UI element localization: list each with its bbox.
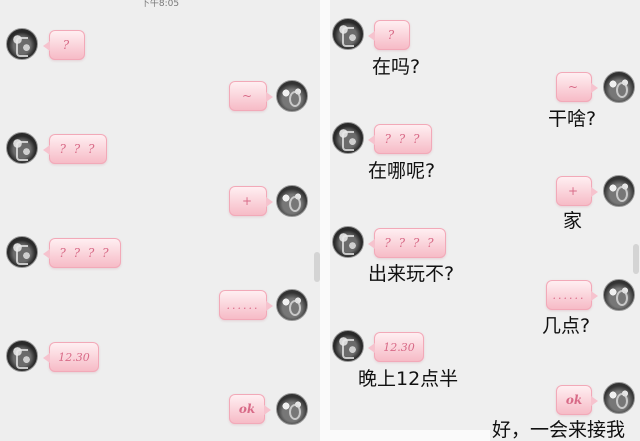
message-caption: 家 [563,210,583,232]
message-bubble-contact[interactable]: ? ? ? [368,124,432,154]
input-bar-edge [330,430,490,441]
message-bubble-self[interactable]: + [229,186,273,216]
self-avatar[interactable] [603,279,635,311]
self-avatar[interactable] [276,289,308,321]
contact-avatar[interactable] [6,28,38,60]
scroll-handle[interactable] [633,244,639,274]
panel-divider [320,0,330,441]
message-caption: 出来玩不? [368,263,455,285]
message-caption: 在哪呢? [368,160,436,182]
message-bubble-self[interactable]: ...... [546,280,598,310]
message-bubble-contact[interactable]: ? ? ? ? [368,228,446,258]
message-bubble-self[interactable]: ~ [229,81,273,111]
message-bubble-contact[interactable]: 12.30 [43,342,99,372]
contact-avatar[interactable] [6,236,38,268]
self-avatar[interactable] [276,185,308,217]
self-avatar[interactable] [603,175,635,207]
self-avatar[interactable] [276,393,308,425]
contact-avatar[interactable] [332,330,364,362]
message-bubble-contact[interactable]: 12.30 [368,332,424,362]
message-bubble-self[interactable]: ok [229,394,271,424]
message-bubble-contact[interactable]: ? [368,20,410,50]
self-avatar[interactable] [276,80,308,112]
self-avatar[interactable] [603,71,635,103]
message-bubble-self[interactable]: ~ [556,72,598,102]
message-caption: 干啥? [548,108,597,130]
message-caption: 在吗? [372,56,421,78]
contact-avatar[interactable] [6,340,38,372]
message-bubble-contact[interactable]: ? [43,30,85,60]
chat-panel-original: 下午8:05 ? ~ ? ? ? + ? ? ? ? ...... 12.30 … [0,0,320,441]
message-caption: 好，一会来接我 [492,419,626,441]
message-bubble-self[interactable]: ok [556,385,598,415]
message-bubble-contact[interactable]: ? ? ? [43,134,107,164]
chat-panel-translated: ? 在吗? ~ 干啥? ? ? ? 在哪呢? + 家 ? ? ? ? 出来玩不?… [330,0,640,441]
contact-avatar[interactable] [332,122,364,154]
contact-avatar[interactable] [6,132,38,164]
contact-avatar[interactable] [332,18,364,50]
message-bubble-contact[interactable]: ? ? ? ? [43,238,121,268]
message-caption: 晚上12点半 [358,368,459,390]
message-bubble-self[interactable]: + [556,176,598,206]
status-bar-time: 下午8:05 [140,0,180,9]
message-bubble-self[interactable]: ...... [219,290,273,320]
contact-avatar[interactable] [332,226,364,258]
self-avatar[interactable] [603,382,635,414]
message-caption: 几点? [542,315,591,337]
